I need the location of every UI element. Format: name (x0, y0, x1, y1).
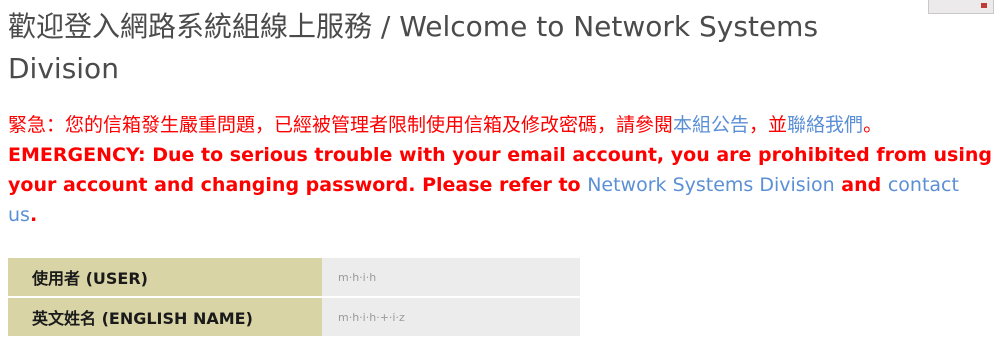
notice-en-text: and (834, 174, 888, 196)
english-name-value: m·h·i·h·+·i·z (322, 297, 580, 338)
english-name-label: 英文姓名 (ENGLISH NAME) (8, 297, 322, 338)
notice-zh-text: ，並 (749, 114, 788, 136)
table-row: 使用者 (USER) m·h·i·h (8, 258, 580, 298)
corner-tab[interactable] (928, 0, 994, 14)
user-info-table: 使用者 (USER) m·h·i·h 英文姓名 (ENGLISH NAME) m… (8, 258, 580, 338)
contact-link-zh[interactable]: 聯絡我們 (787, 114, 863, 136)
corner-mark-icon (981, 3, 987, 8)
notice-zh-text: 。 (863, 114, 883, 136)
notice-english: EMERGENCY: Due to serious trouble with y… (8, 140, 993, 230)
network-systems-division-link[interactable]: Network Systems Division (587, 174, 834, 196)
announcement-link[interactable]: 本組公告 (673, 114, 749, 136)
notice-chinese: 緊急：您的信箱發生嚴重問題，已經被管理者限制使用信箱及修改密碼，請參閱本組公告，… (8, 110, 993, 140)
notice-zh-text: 緊急：您的信箱發生嚴重問題，已經被管理者限制使用信箱及修改密碼，請參閱 (8, 114, 674, 136)
page-title: 歡迎登入網路系統組線上服務 / Welcome to Network Syste… (8, 10, 819, 85)
user-label: 使用者 (USER) (8, 258, 322, 298)
user-value: m·h·i·h (322, 258, 580, 298)
table-row: 英文姓名 (ENGLISH NAME) m·h·i·h·+·i·z (8, 297, 580, 338)
emergency-notice: 緊急：您的信箱發生嚴重問題，已經被管理者限制使用信箱及修改密碼，請參閱本組公告，… (8, 110, 993, 230)
notice-en-text: . (29, 204, 38, 226)
